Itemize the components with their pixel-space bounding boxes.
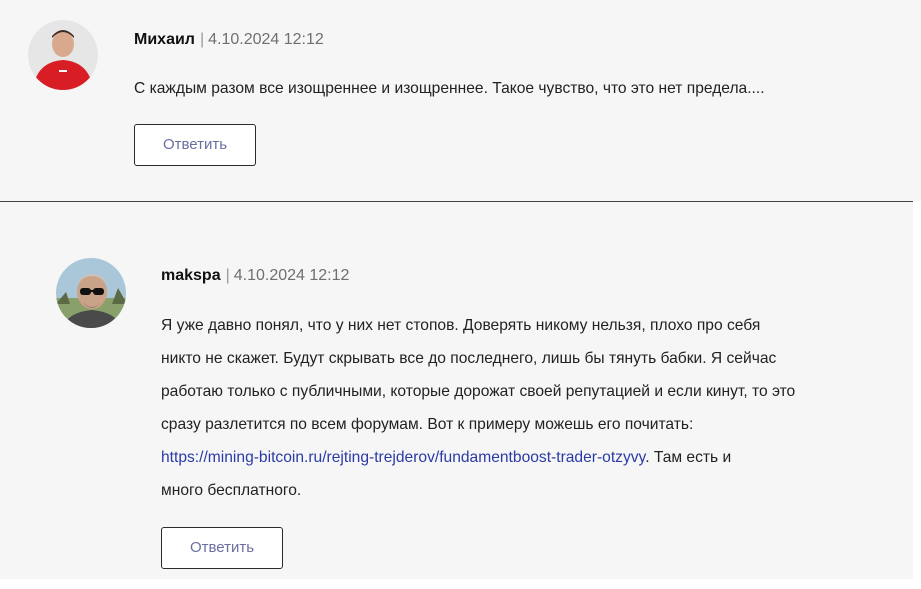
comment-text: С каждым разом все изощреннее и изощренн… [134,80,765,97]
comment-date: 4.10.2024 12:12 [233,267,350,284]
reply-button[interactable]: Ответить [161,527,283,569]
comment-link[interactable]: https://mining-bitcoin.ru/rejting-trejde… [161,449,645,466]
author-name[interactable]: Михаил [134,31,195,48]
reply-button[interactable]: Ответить [134,124,256,166]
meta-separator: | [225,267,230,284]
comment-text-line: сразу разлетится по всем форумам. Вот к … [161,416,694,433]
comment-mikhail: Михаил | 4.10.2024 12:12 С каждым разом вс… [0,0,921,201]
meta-separator: | [199,31,205,48]
comment-text-link-line: https://mining-bitcoin.ru/rejting-trejde… [161,441,795,474]
comment-meta: Михаил | 4.10.2024 12:12 [134,30,324,50]
author-name[interactable]: makspa [161,267,221,284]
comment-text-line: Я уже давно понял, что у них нет стопов.… [161,317,761,334]
comment-text-line: работаю только с публичными, которые дор… [161,383,796,400]
avatar-man-sunglasses-icon[interactable] [56,258,126,328]
comments-page: Михаил | 4.10.2024 12:12 С каждым разом вс… [0,0,921,589]
comment-text: Я уже давно понял, что у них нет стопов.… [161,309,795,507]
comment-date: 4.10.2024 12:12 [208,31,324,48]
comment-text-after-link: . Там есть и [645,449,732,466]
comment-meta: makspa | 4.10.2024 12:12 [161,266,349,286]
avatar-man-red-shirt-icon[interactable] [28,20,98,90]
comment-text-line: много бесплатного. [161,482,302,499]
comment-makspa: makspa | 4.10.2024 12:12 Я уже давно понял… [0,202,913,579]
comment-text-line: никто не скажет. Будут скрывать все до п… [161,350,777,367]
